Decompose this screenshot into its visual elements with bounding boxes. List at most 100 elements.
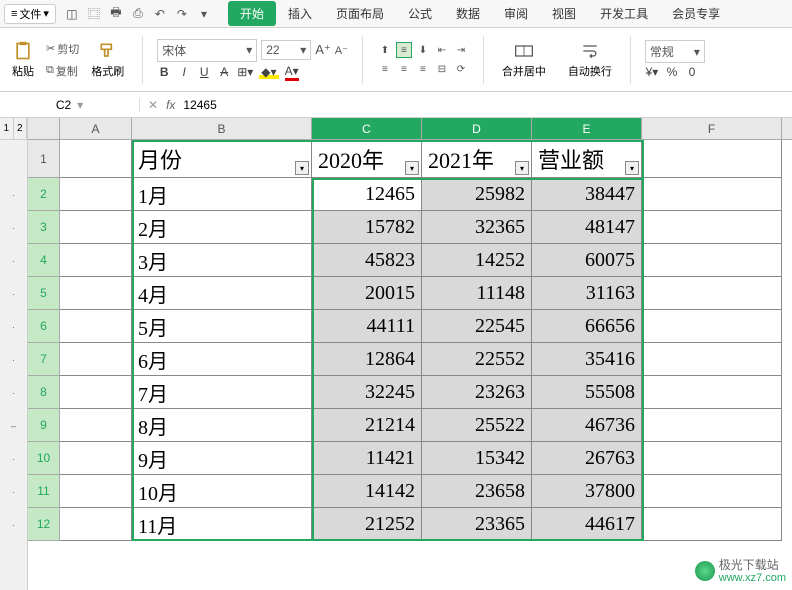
filter-button[interactable]: ▾	[295, 161, 309, 175]
cell[interactable]	[60, 442, 132, 475]
cell[interactable]	[60, 310, 132, 343]
merge-center-button[interactable]: 合并居中	[498, 39, 550, 81]
cell-2020[interactable]: 32245	[312, 376, 422, 409]
tab-insert[interactable]: 插入	[276, 1, 324, 26]
paste-button[interactable]: 粘贴	[8, 39, 38, 81]
row-header[interactable]: 11	[28, 475, 60, 508]
cell-2020[interactable]: 21214	[312, 409, 422, 442]
align-left-icon[interactable]: ≡	[377, 61, 393, 77]
cell-header-total[interactable]: 营业额▾	[532, 140, 642, 178]
fx-icon[interactable]: fx	[166, 98, 175, 112]
align-bottom-icon[interactable]: ⬇	[415, 42, 431, 58]
align-right-icon[interactable]: ≡	[415, 61, 431, 77]
cell[interactable]	[642, 442, 782, 475]
format-painter-button[interactable]: 格式刷	[87, 39, 128, 81]
col-header-B[interactable]: B	[132, 118, 312, 139]
open-icon[interactable]: ⿴	[86, 6, 102, 22]
save-icon[interactable]: 🖶	[108, 6, 124, 22]
cell-month[interactable]: 1月	[132, 178, 312, 211]
file-menu[interactable]: ≡ 文件 ▾	[4, 4, 56, 24]
cell[interactable]	[642, 310, 782, 343]
tab-data[interactable]: 数据	[444, 1, 492, 26]
tab-review[interactable]: 审阅	[492, 1, 540, 26]
merge-icon[interactable]: ⊟	[434, 61, 450, 77]
undo-icon[interactable]: ↶	[152, 6, 168, 22]
outline-level-2[interactable]: 2	[14, 118, 28, 139]
cell[interactable]	[642, 409, 782, 442]
bold-button[interactable]: B	[157, 65, 171, 79]
cell-2020[interactable]: 14142	[312, 475, 422, 508]
redo-icon[interactable]: ↷	[174, 6, 190, 22]
indent-decrease-icon[interactable]: ⇤	[434, 42, 450, 58]
cell-month[interactable]: 9月	[132, 442, 312, 475]
col-header-A[interactable]: A	[60, 118, 132, 139]
row-header[interactable]: 4	[28, 244, 60, 277]
outline-level-1[interactable]: 1	[0, 118, 14, 139]
cell[interactable]	[60, 343, 132, 376]
cell-2021[interactable]: 22545	[422, 310, 532, 343]
row-header[interactable]: 5	[28, 277, 60, 310]
outline-dot[interactable]: ·	[0, 211, 27, 244]
row-header[interactable]: 6	[28, 310, 60, 343]
select-all-corner[interactable]	[28, 118, 60, 139]
cell-total[interactable]: 26763	[532, 442, 642, 475]
decrease-font-icon[interactable]: A⁻	[335, 44, 348, 57]
font-size-select[interactable]: 22 ▾	[261, 40, 311, 60]
border-button[interactable]: ⊞▾	[237, 65, 253, 79]
row-header[interactable]: 1	[28, 140, 60, 178]
col-header-D[interactable]: D	[422, 118, 532, 139]
col-header-F[interactable]: F	[642, 118, 782, 139]
cell-month[interactable]: 5月	[132, 310, 312, 343]
row-header[interactable]: 12	[28, 508, 60, 541]
row-header[interactable]: 2	[28, 178, 60, 211]
cell-2020[interactable]: 21252	[312, 508, 422, 541]
align-middle-icon[interactable]: ≡	[396, 42, 412, 58]
cell-month[interactable]: 6月	[132, 343, 312, 376]
outline-dot[interactable]: –	[0, 409, 27, 442]
outline-dot[interactable]: ·	[0, 343, 27, 376]
underline-button[interactable]: U	[197, 65, 211, 79]
tab-start[interactable]: 开始	[228, 1, 276, 26]
copy-button[interactable]: ⧉ 复制	[42, 61, 83, 81]
cell-2020[interactable]: 45823	[312, 244, 422, 277]
cell-2021[interactable]: 23365	[422, 508, 532, 541]
cell-total[interactable]: 48147	[532, 211, 642, 244]
outline-dot[interactable]: ·	[0, 475, 27, 508]
cell-2020[interactable]: 20015	[312, 277, 422, 310]
cell-2021[interactable]: 11148	[422, 277, 532, 310]
cell-2021[interactable]: 22552	[422, 343, 532, 376]
outline-dot[interactable]: ·	[0, 178, 27, 211]
outline-dot[interactable]: ·	[0, 277, 27, 310]
font-color-button[interactable]: A▾	[285, 64, 299, 81]
cell-2021[interactable]: 23263	[422, 376, 532, 409]
outline-dot[interactable]: ·	[0, 508, 27, 541]
cell-2021[interactable]: 23658	[422, 475, 532, 508]
cell[interactable]	[60, 277, 132, 310]
cell-2020[interactable]: 12864	[312, 343, 422, 376]
comma-icon[interactable]: 0	[685, 65, 699, 79]
row-header[interactable]: 9	[28, 409, 60, 442]
filter-button[interactable]: ▾	[515, 161, 529, 175]
cell[interactable]	[60, 409, 132, 442]
cell-total[interactable]: 38447	[532, 178, 642, 211]
cell[interactable]	[60, 376, 132, 409]
outline-dot[interactable]: ·	[0, 442, 27, 475]
outline-dot[interactable]: ·	[0, 376, 27, 409]
cell-header-2020[interactable]: 2020年▾	[312, 140, 422, 178]
cell[interactable]	[642, 244, 782, 277]
cell[interactable]	[60, 178, 132, 211]
cell-month[interactable]: 3月	[132, 244, 312, 277]
cell[interactable]	[642, 508, 782, 541]
cell-month[interactable]: 8月	[132, 409, 312, 442]
cell-total[interactable]: 60075	[532, 244, 642, 277]
cell[interactable]	[60, 244, 132, 277]
formula-input[interactable]: 12465	[183, 98, 216, 112]
cell-month[interactable]: 4月	[132, 277, 312, 310]
cell-month[interactable]: 2月	[132, 211, 312, 244]
cell-month[interactable]: 7月	[132, 376, 312, 409]
spreadsheet-grid[interactable]: A B C D E F 1月份▾2020年▾2021年▾营业额▾21月12465…	[28, 118, 792, 590]
row-header[interactable]: 10	[28, 442, 60, 475]
cell[interactable]	[642, 140, 782, 178]
cell-2021[interactable]: 14252	[422, 244, 532, 277]
row-header[interactable]: 3	[28, 211, 60, 244]
